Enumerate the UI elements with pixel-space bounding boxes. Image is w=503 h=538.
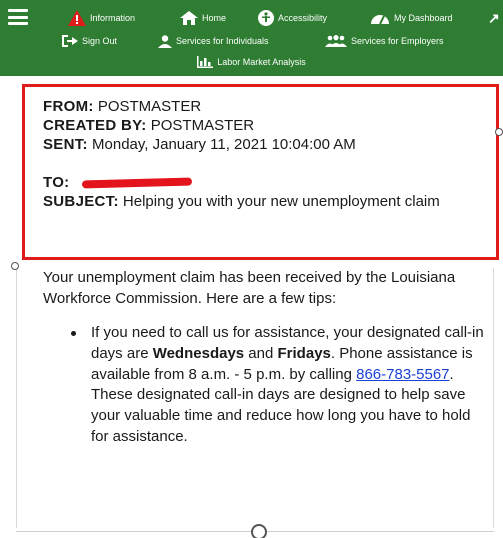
nav-information-link[interactable]: Information [68,10,135,26]
nav-accessibility-label: Accessibility [278,13,328,23]
tip1-text-2: and [244,345,278,363]
group-icon [325,35,347,47]
nav-dashboard-link[interactable]: My Dashboard [370,11,453,25]
accessibility-icon [258,10,274,26]
nav-home-label: Home [202,13,227,23]
to-label: TO: [43,173,70,191]
resize-handle[interactable] [251,524,267,538]
nav-labor-market-link[interactable]: Labor Market Analysis [197,56,306,68]
tips-list: If you need to call us for assistance, y… [45,323,487,447]
nav-home-link[interactable]: Home [180,11,226,25]
nav-row-primary: Information Home Accessibility My Dashbo… [0,8,503,28]
nav-more-icon[interactable]: ↗ [488,10,500,27]
message-body: Your unemployment claim has been receive… [16,268,494,528]
redacted-recipient [81,177,192,189]
subject-row: SUBJECT: Helping you with your new unemp… [43,192,496,211]
subject-value: Helping you with your new unemployment c… [122,192,440,210]
nav-employers-link[interactable]: Services for Employers [325,35,444,47]
to-row: TO: [43,173,496,192]
nav-labor-market-label: Labor Market Analysis [217,57,306,67]
message-header-box: FROM: POSTMASTER CREATED BY: POSTMASTER … [22,84,499,260]
person-icon [158,34,172,48]
sign-out-icon [62,35,78,47]
from-row: FROM: POSTMASTER [43,97,496,116]
from-label: FROM: [43,98,94,115]
right-resize-dot[interactable] [495,128,503,136]
home-icon [180,11,198,25]
sent-label: SENT: [43,136,88,154]
nav-information-label: Information [90,13,136,23]
chart-icon [197,56,214,68]
nav-row-tertiary: Labor Market Analysis [0,54,503,70]
nav-dashboard-label: My Dashboard [394,13,453,23]
nav-row-secondary: Sign Out Services for Individuals Servic… [0,32,503,50]
nav-sign-out-link[interactable]: Sign Out [62,35,117,47]
created-by-row: CREATED BY: POSTMASTER [43,116,496,135]
top-navigation: Information Home Accessibility My Dashbo… [0,0,503,76]
nav-individuals-link[interactable]: Services for Individuals [158,34,269,48]
dashboard-icon [370,11,390,25]
tip-call-in-days: If you need to call us for assistance, y… [71,323,487,447]
subject-label: SUBJECT: [43,192,119,210]
left-resize-dot[interactable] [11,262,19,270]
phone-number-link[interactable]: 866-783-5567 [356,366,449,383]
nav-accessibility-link[interactable]: Accessibility [258,10,327,26]
from-value: POSTMASTER [97,98,202,115]
nav-employers-label: Services for Employers [351,36,444,46]
sent-row: SENT: Monday, January 11, 2021 10:04:00 … [43,135,496,154]
intro-paragraph: Your unemployment claim has been receive… [43,269,456,307]
tip1-wednesdays: Wednesdays [152,345,245,363]
nav-individuals-label: Services for Individuals [176,36,269,46]
created-by-value: POSTMASTER [150,117,255,135]
nav-sign-out-label: Sign Out [82,36,118,46]
created-by-label: CREATED BY: [43,117,147,135]
tip1-fridays: Fridays [277,345,331,363]
sent-value: Monday, January 11, 2021 10:04:00 AM [92,136,356,154]
warning-icon [68,10,86,26]
